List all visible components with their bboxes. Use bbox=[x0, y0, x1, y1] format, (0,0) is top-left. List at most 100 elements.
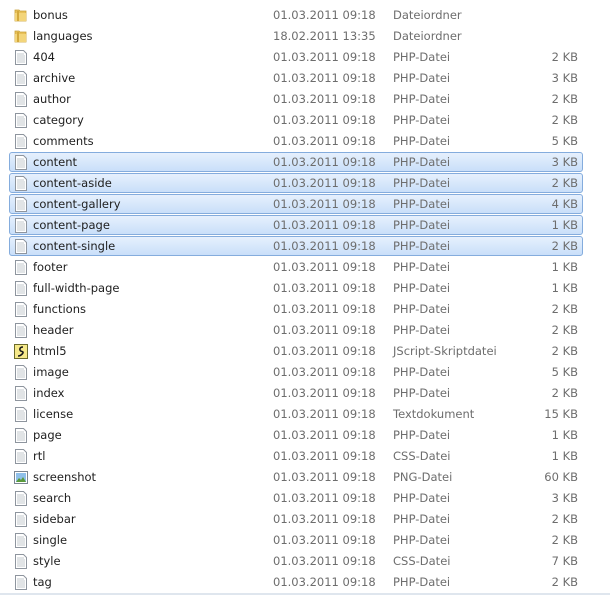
file-size: 5 KB bbox=[551, 365, 578, 379]
file-row[interactable]: rtl 01.03.2011 09:18 CSS-Datei 1 KB bbox=[0, 446, 610, 467]
file-type: PHP-Datei bbox=[393, 323, 451, 337]
file-icon bbox=[14, 449, 28, 464]
file-icon bbox=[14, 407, 28, 422]
file-type: PHP-Datei bbox=[393, 281, 451, 295]
file-size: 2 KB bbox=[551, 176, 578, 190]
file-name: footer bbox=[33, 260, 68, 274]
file-row[interactable]: content-gallery 01.03.2011 09:18 PHP-Dat… bbox=[0, 194, 610, 215]
file-type: PHP-Datei bbox=[393, 575, 451, 589]
file-icon bbox=[14, 491, 28, 506]
file-row[interactable]: sidebar 01.03.2011 09:18 PHP-Datei 2 KB bbox=[0, 509, 610, 530]
file-date: 01.03.2011 09:18 bbox=[273, 218, 376, 232]
file-row[interactable]: content-single 01.03.2011 09:18 PHP-Date… bbox=[0, 236, 610, 257]
file-icon bbox=[14, 218, 28, 233]
file-size: 2 KB bbox=[551, 113, 578, 127]
folder-icon bbox=[14, 8, 28, 23]
file-name: screenshot bbox=[33, 470, 97, 484]
file-type: PHP-Datei bbox=[393, 176, 451, 190]
file-size: 2 KB bbox=[551, 575, 578, 589]
file-icon bbox=[14, 155, 28, 170]
file-type: Dateiordner bbox=[393, 29, 462, 43]
file-name: archive bbox=[33, 71, 76, 85]
file-row[interactable]: page 01.03.2011 09:18 PHP-Datei 1 KB bbox=[0, 425, 610, 446]
file-row[interactable]: image 01.03.2011 09:18 PHP-Datei 5 KB bbox=[0, 362, 610, 383]
file-type: PHP-Datei bbox=[393, 491, 451, 505]
script-icon bbox=[14, 344, 28, 359]
file-size: 1 KB bbox=[551, 428, 578, 442]
file-icon bbox=[14, 71, 28, 86]
file-name: content-aside bbox=[33, 176, 112, 190]
file-name: content-single bbox=[33, 239, 116, 253]
file-row[interactable]: comments 01.03.2011 09:18 PHP-Datei 5 KB bbox=[0, 131, 610, 152]
file-row[interactable]: tag 01.03.2011 09:18 PHP-Datei 2 KB bbox=[0, 572, 610, 593]
file-type: PHP-Datei bbox=[393, 155, 451, 169]
file-size: 3 KB bbox=[551, 155, 578, 169]
file-date: 01.03.2011 09:18 bbox=[273, 407, 376, 421]
file-type: PHP-Datei bbox=[393, 512, 451, 526]
file-date: 01.03.2011 09:18 bbox=[273, 260, 376, 274]
file-name: sidebar bbox=[33, 512, 76, 526]
file-row[interactable]: content 01.03.2011 09:18 PHP-Datei 3 KB bbox=[0, 152, 610, 173]
file-date: 01.03.2011 09:18 bbox=[273, 533, 376, 547]
file-row[interactable]: 404 01.03.2011 09:18 PHP-Datei 2 KB bbox=[0, 47, 610, 68]
file-icon bbox=[14, 197, 28, 212]
file-row[interactable]: functions 01.03.2011 09:18 PHP-Datei 2 K… bbox=[0, 299, 610, 320]
file-row[interactable]: archive 01.03.2011 09:18 PHP-Datei 3 KB bbox=[0, 68, 610, 89]
file-icon bbox=[14, 113, 28, 128]
file-row[interactable]: screenshot 01.03.2011 09:18 PNG-Datei 60… bbox=[0, 467, 610, 488]
file-type: PHP-Datei bbox=[393, 533, 451, 547]
file-icon bbox=[14, 134, 28, 149]
file-size: 2 KB bbox=[551, 50, 578, 64]
file-name: bonus bbox=[33, 8, 68, 22]
file-date: 01.03.2011 09:18 bbox=[273, 449, 376, 463]
file-name: image bbox=[33, 365, 69, 379]
file-date: 01.03.2011 09:18 bbox=[273, 491, 376, 505]
file-row[interactable]: index 01.03.2011 09:18 PHP-Datei 2 KB bbox=[0, 383, 610, 404]
file-size: 1 KB bbox=[551, 281, 578, 295]
file-name: comments bbox=[33, 134, 94, 148]
file-row[interactable]: category 01.03.2011 09:18 PHP-Datei 2 KB bbox=[0, 110, 610, 131]
file-row[interactable]: footer 01.03.2011 09:18 PHP-Datei 1 KB bbox=[0, 257, 610, 278]
file-row[interactable]: content-aside 01.03.2011 09:18 PHP-Datei… bbox=[0, 173, 610, 194]
file-icon bbox=[14, 281, 28, 296]
file-size: 2 KB bbox=[551, 323, 578, 337]
file-row[interactable]: header 01.03.2011 09:18 PHP-Datei 2 KB bbox=[0, 320, 610, 341]
file-date: 01.03.2011 09:18 bbox=[273, 176, 376, 190]
file-row[interactable]: single 01.03.2011 09:18 PHP-Datei 2 KB bbox=[0, 530, 610, 551]
file-icon bbox=[14, 302, 28, 317]
file-size: 5 KB bbox=[551, 134, 578, 148]
file-name: rtl bbox=[33, 449, 46, 463]
file-type: PHP-Datei bbox=[393, 197, 451, 211]
file-row[interactable]: content-page 01.03.2011 09:18 PHP-Datei … bbox=[0, 215, 610, 236]
file-size: 3 KB bbox=[551, 71, 578, 85]
file-date: 01.03.2011 09:18 bbox=[273, 281, 376, 295]
file-name: functions bbox=[33, 302, 86, 316]
file-row[interactable]: full-width-page 01.03.2011 09:18 PHP-Dat… bbox=[0, 278, 610, 299]
file-type: PNG-Datei bbox=[393, 470, 453, 484]
file-row[interactable]: html5 01.03.2011 09:18 JScript-Skriptdat… bbox=[0, 341, 610, 362]
file-size: 15 KB bbox=[544, 407, 578, 421]
file-size: 7 KB bbox=[551, 554, 578, 568]
file-list: bonus 01.03.2011 09:18 Dateiordner langu… bbox=[0, 5, 610, 593]
file-type: CSS-Datei bbox=[393, 554, 451, 568]
file-icon bbox=[14, 260, 28, 275]
file-size: 1 KB bbox=[551, 260, 578, 274]
file-row[interactable]: style 01.03.2011 09:18 CSS-Datei 7 KB bbox=[0, 551, 610, 572]
file-date: 01.03.2011 09:18 bbox=[273, 302, 376, 316]
file-type: PHP-Datei bbox=[393, 386, 451, 400]
file-row[interactable]: author 01.03.2011 09:18 PHP-Datei 2 KB bbox=[0, 89, 610, 110]
file-type: PHP-Datei bbox=[393, 92, 451, 106]
file-type: PHP-Datei bbox=[393, 134, 451, 148]
file-icon bbox=[14, 176, 28, 191]
file-type: PHP-Datei bbox=[393, 71, 451, 85]
file-name: content-page bbox=[33, 218, 110, 232]
file-row[interactable]: license 01.03.2011 09:18 Textdokument 15… bbox=[0, 404, 610, 425]
file-date: 01.03.2011 09:18 bbox=[273, 50, 376, 64]
file-date: 01.03.2011 09:18 bbox=[273, 512, 376, 526]
file-row[interactable]: search 01.03.2011 09:18 PHP-Datei 3 KB bbox=[0, 488, 610, 509]
file-icon bbox=[14, 239, 28, 254]
file-row[interactable]: languages 18.02.2011 13:35 Dateiordner bbox=[0, 26, 610, 47]
file-name: category bbox=[33, 113, 84, 127]
file-row[interactable]: bonus 01.03.2011 09:18 Dateiordner bbox=[0, 5, 610, 26]
file-type: PHP-Datei bbox=[393, 428, 451, 442]
